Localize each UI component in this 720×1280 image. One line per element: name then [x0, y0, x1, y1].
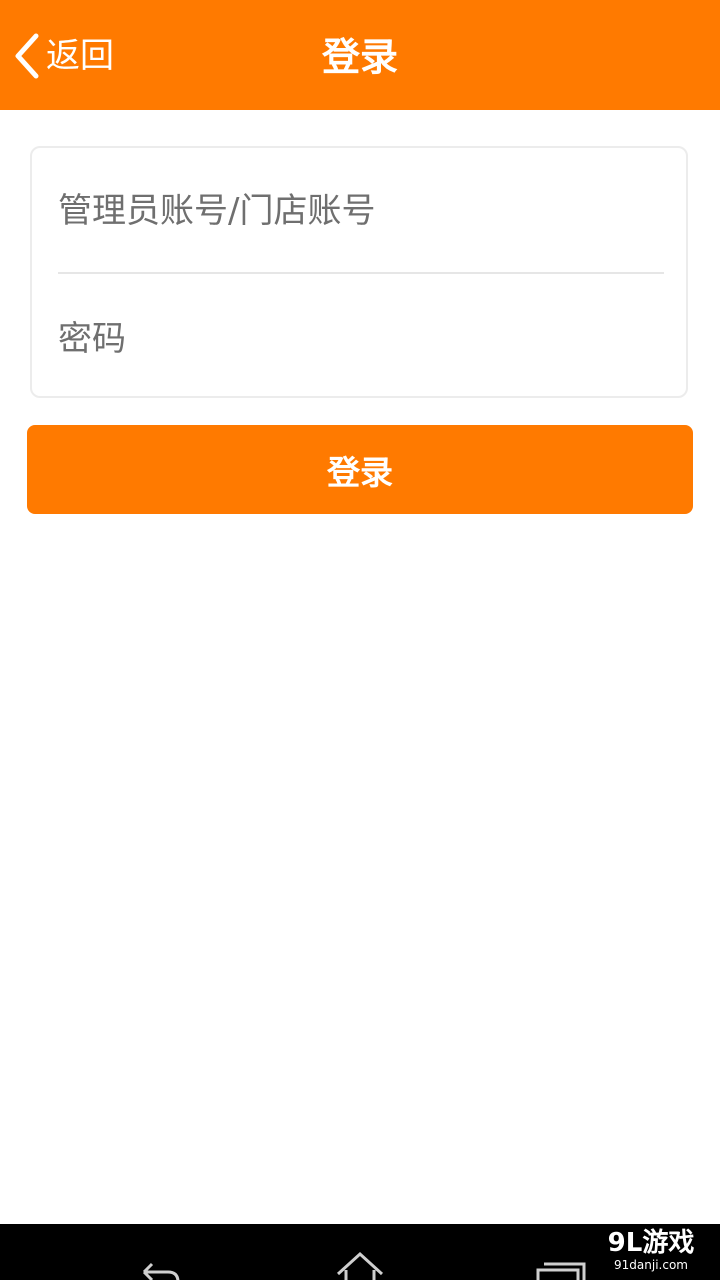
home-icon	[330, 1251, 390, 1280]
nav-back-button[interactable]	[128, 1224, 188, 1280]
login-button[interactable]: 登录	[27, 425, 693, 514]
account-input[interactable]	[58, 148, 664, 274]
login-form	[30, 146, 688, 402]
nav-home-button[interactable]	[330, 1224, 390, 1280]
app-header: 返回 登录	[0, 0, 720, 110]
page-title: 登录	[321, 35, 398, 79]
login-screen: 返回 登录 登录	[0, 0, 720, 1280]
watermark-main: 9L游戏	[607, 1228, 695, 1258]
recent-apps-icon	[532, 1262, 592, 1280]
watermark-logo: 9L游戏 91danji.com	[596, 1228, 706, 1272]
nav-recent-button[interactable]	[532, 1224, 592, 1280]
back-icon	[128, 1262, 188, 1280]
password-input[interactable]	[58, 276, 664, 402]
watermark-sub: 91danji.com	[614, 1258, 688, 1272]
field-divider	[58, 272, 664, 274]
